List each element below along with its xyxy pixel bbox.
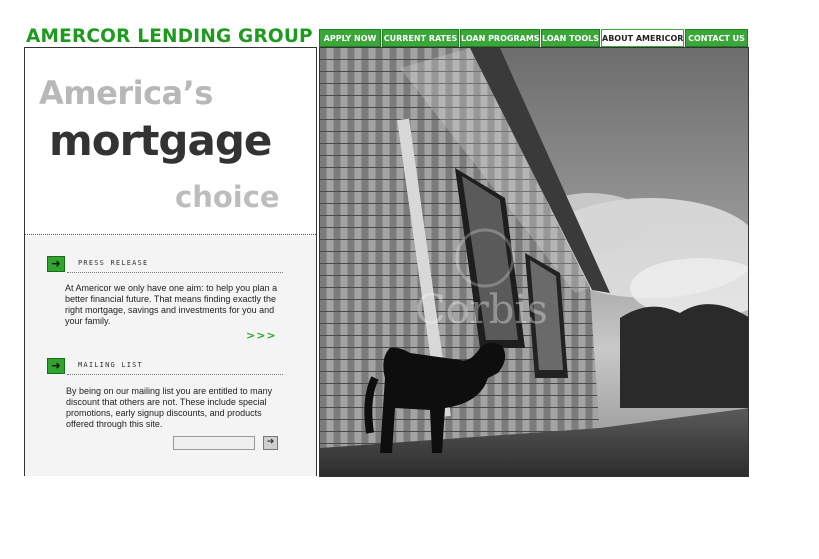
nav-contact-us[interactable]: CONTACT US [685, 29, 748, 47]
brand-logo[interactable]: AMERCOR LENDING GROUP [26, 26, 313, 47]
mailing-list-body: By being on our mailing list you are ent… [66, 386, 273, 429]
mailing-list-submit-button[interactable]: ➜ [263, 436, 278, 450]
nav-loan-programs[interactable]: LOAN PROGRAMS [460, 29, 540, 47]
hero-line-2: mortgage [49, 116, 272, 165]
mailing-list-rule [67, 374, 283, 375]
mailing-list-email-input[interactable] [173, 436, 255, 450]
nav-current-rates[interactable]: CURRENT RATES [382, 29, 459, 47]
section-divider [25, 234, 316, 235]
hero-banner: America’s mortgage choice [25, 48, 316, 235]
press-release-more-link[interactable]: >>> [246, 329, 277, 342]
hero-line-1: America’s [39, 74, 213, 112]
arrow-right-icon: ➜ [266, 437, 275, 447]
hero-line-3: choice [175, 180, 280, 214]
nav-apply-now[interactable]: APPLY NOW [319, 29, 381, 47]
press-release-rule [67, 272, 283, 273]
mailing-list-title: MAILING LIST [78, 361, 143, 369]
sidebar-content: ➜ PRESS RELEASE At Americor we only have… [25, 236, 316, 476]
arrow-right-icon[interactable]: ➜ [47, 358, 65, 374]
photo-illustration: Corbis [320, 48, 748, 476]
press-release-title: PRESS RELEASE [78, 259, 149, 267]
photo-watermark: Corbis [415, 287, 548, 333]
nav-about-americor[interactable]: ABOUT AMERICOR [601, 29, 684, 47]
house-and-dog-photo: Corbis [319, 47, 749, 477]
main-nav: APPLY NOW CURRENT RATES LOAN PROGRAMS LO… [319, 29, 748, 47]
press-release-body: At Americor we only have one aim: to hel… [65, 283, 278, 326]
arrow-right-icon[interactable]: ➜ [47, 256, 65, 272]
left-panel: America’s mortgage choice ➜ PRESS RELEAS… [24, 47, 316, 476]
nav-loan-tools[interactable]: LOAN TOOLS [541, 29, 600, 47]
